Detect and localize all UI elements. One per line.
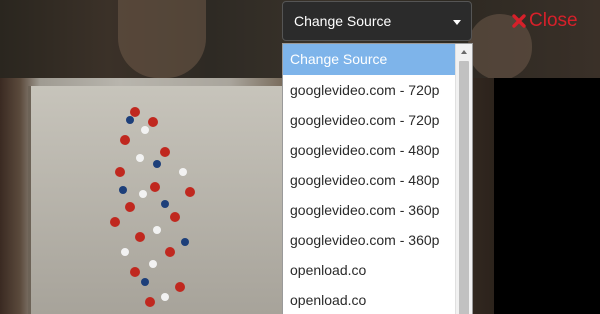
caret-down-icon [453,20,461,25]
source-option[interactable]: googlevideo.com - 480p [283,135,456,165]
source-option[interactable]: openload.co [283,285,456,314]
dropdown-scrollbar[interactable] [455,44,472,314]
dna-model-image [110,107,195,307]
backdrop-figure [118,0,206,78]
source-option[interactable]: googlevideo.com - 720p [283,75,456,105]
close-button[interactable]: Close [511,9,578,33]
scroll-up-arrow-icon[interactable] [461,50,467,54]
source-option[interactable]: openload.co [283,255,456,285]
source-option[interactable]: googlevideo.com - 480p [283,165,456,195]
source-options-list[interactable]: Change Source googlevideo.com - 720p goo… [282,43,473,314]
x-icon [512,14,526,28]
change-source-select[interactable]: Change Source [282,1,472,41]
scrollbar-thumb[interactable] [459,61,469,314]
source-option[interactable]: googlevideo.com - 360p [283,195,456,225]
source-option[interactable]: Change Source [283,44,456,75]
source-option[interactable]: googlevideo.com - 720p [283,105,456,135]
close-label: Close [529,10,578,31]
video-letterbox [494,78,600,314]
change-source-select-label: Change Source [294,13,392,29]
source-option[interactable]: googlevideo.com - 360p [283,225,456,255]
